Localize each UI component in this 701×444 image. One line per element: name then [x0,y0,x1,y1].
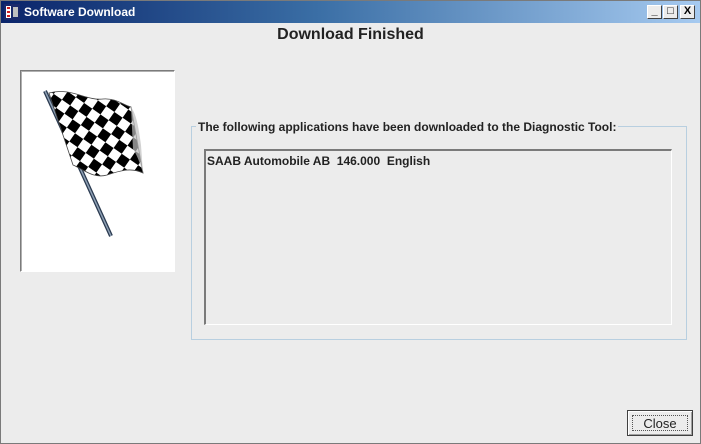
flag-image-panel [20,70,175,272]
close-window-button[interactable]: X [680,5,695,19]
group-label: The following applications have been dow… [196,120,619,134]
window-title: Software Download [24,5,136,19]
maximize-button[interactable]: □ [663,5,678,19]
checkered-flag-icon [43,90,144,237]
list-item[interactable]: SAAB Automobile AB 146.000 English [207,154,430,168]
minimize-button[interactable]: _ [647,5,662,19]
title-bar[interactable]: Software Download _ □ X [1,1,700,23]
app-icon[interactable] [4,4,20,20]
applications-list[interactable]: SAAB Automobile AB 146.000 English [204,149,672,325]
software-download-window: Software Download _ □ X Download Finishe… [0,0,701,444]
close-button[interactable]: Close [627,410,693,436]
page-title: Download Finished [277,26,424,43]
close-button-label: Close [632,415,688,431]
